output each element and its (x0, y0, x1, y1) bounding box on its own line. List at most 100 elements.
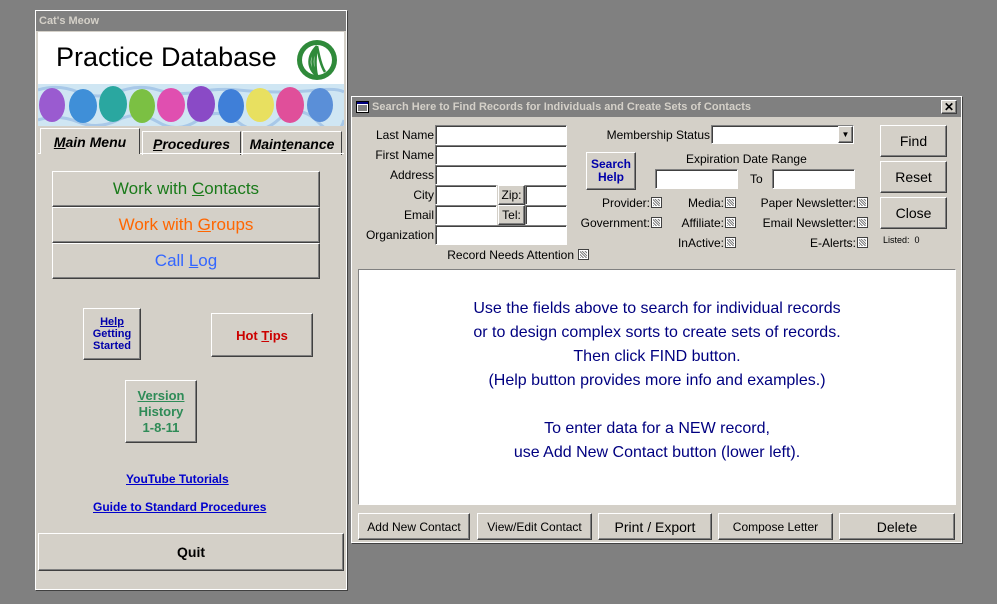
inactive-checkbox[interactable] (725, 237, 736, 248)
expiration-date-range-label: Expiration Date Range (686, 152, 807, 166)
membership-status-label: Membership Status (606, 128, 710, 142)
zip-label: Zip: (498, 185, 525, 205)
help-getting-started-label: Help Getting Started (92, 316, 132, 352)
address-label: Address (389, 168, 434, 182)
header-panel: Practice Database (38, 32, 344, 126)
membership-status-select[interactable]: ▼ (711, 125, 854, 144)
reset-label: Reset (895, 169, 932, 185)
close-button[interactable]: Close (880, 197, 947, 229)
tab-main-menu-label: Main Menu (53, 133, 127, 150)
search-help-button[interactable]: Search Help (586, 152, 636, 190)
government-label: Government: (580, 216, 650, 230)
chevron-down-icon: ▼ (841, 130, 850, 139)
call-log-button[interactable]: Call Log (52, 243, 320, 279)
e-alerts-label: E-Alerts: (809, 236, 856, 250)
version-history-button[interactable]: Version History 1-8-11 (125, 380, 197, 443)
reset-button[interactable]: Reset (880, 161, 947, 193)
instruction-line: or to design complex sorts to create set… (473, 324, 841, 341)
tab-maintenance[interactable]: Maintenance (242, 131, 342, 155)
record-needs-attention-label: Record Needs Attention (447, 248, 574, 262)
work-with-contacts-button[interactable]: Work with Contacts (52, 171, 320, 207)
eggs-banner-image (38, 84, 344, 126)
affiliate-checkbox[interactable] (725, 217, 736, 228)
instruction-line (359, 393, 955, 417)
provider-label: Provider: (601, 196, 650, 210)
tel-label: Tel: (498, 205, 525, 225)
quit-label: Quit (177, 544, 205, 560)
add-new-contact-button[interactable]: Add New Contact (358, 513, 470, 540)
last-name-label: Last Name (375, 128, 434, 142)
instructions-panel: Use the fields above to search for indiv… (358, 269, 956, 505)
app-title: Practice Database (56, 42, 277, 72)
last-name-field[interactable] (435, 125, 567, 145)
add-new-contact-label: Add New Contact (367, 519, 461, 534)
city-field[interactable] (435, 185, 497, 205)
work-with-groups-button[interactable]: Work with Groups (52, 207, 320, 243)
dropdown-button[interactable]: ▼ (838, 126, 853, 143)
print-export-label: Print / Export (614, 518, 696, 535)
logo-icon (297, 40, 337, 80)
close-window-button[interactable]: ✕ (941, 100, 957, 114)
delete-button[interactable]: Delete (839, 513, 955, 540)
search-window-title-bar: Search Here to Find Records for Individu… (352, 97, 961, 117)
form-icon (356, 101, 369, 113)
organization-label: Organization (365, 228, 434, 242)
close-label: Close (895, 205, 932, 221)
paper-newsletter-label: Paper Newsletter: (760, 196, 856, 210)
instructions-text: Use the fields above to search for indiv… (359, 297, 955, 465)
find-label: Find (899, 133, 928, 149)
close-icon: ✕ (943, 100, 955, 114)
compose-letter-button[interactable]: Compose Letter (718, 513, 833, 540)
print-export-button[interactable]: Print / Export (598, 513, 712, 540)
organization-field[interactable] (435, 225, 567, 245)
inactive-label: InActive: (677, 236, 724, 250)
expiration-from-field[interactable] (655, 169, 738, 189)
instruction-line: use Add New Contact button (lower left). (513, 444, 801, 461)
first-name-label: First Name (375, 148, 434, 162)
email-newsletter-label: Email Newsletter: (762, 216, 856, 230)
tab-procedures-label: Procedures (152, 135, 231, 152)
main-menu-title-bar: Cat's Meow (36, 11, 346, 31)
hot-tips-label: Hot Tips (236, 327, 288, 343)
address-field[interactable] (435, 165, 567, 185)
to-label: To (750, 172, 763, 186)
youtube-tutorials-link[interactable]: YouTube Tutorials (126, 472, 229, 486)
email-label: Email (403, 208, 434, 222)
e-alerts-checkbox[interactable] (857, 237, 868, 248)
instruction-line: Use the fields above to search for indiv… (473, 300, 841, 317)
view-edit-contact-label: View/Edit Contact (487, 519, 582, 534)
media-label: Media: (687, 196, 724, 210)
email-field[interactable] (435, 205, 497, 225)
affiliate-label: Affiliate: (681, 216, 724, 230)
help-getting-started-button[interactable]: Help Getting Started (83, 308, 141, 360)
city-label: City (413, 188, 434, 202)
find-button[interactable]: Find (880, 125, 947, 157)
delete-label: Delete (876, 518, 918, 535)
search-help-label: Search Help (590, 157, 632, 184)
view-edit-contact-button[interactable]: View/Edit Contact (477, 513, 592, 540)
work-with-groups-label: Work with Groups (118, 215, 254, 234)
email-newsletter-checkbox[interactable] (857, 217, 868, 228)
guide-to-standard-procedures-link[interactable]: Guide to Standard Procedures (93, 500, 266, 514)
first-name-field[interactable] (435, 145, 567, 165)
main-menu-window: Cat's Meow Practice Database Main Menu P… (35, 10, 347, 590)
version-history-label: Version History 1-8-11 (137, 387, 185, 435)
call-log-label: Call Log (154, 251, 218, 270)
zip-field[interactable] (525, 185, 567, 205)
tab-procedures[interactable]: Procedures (142, 131, 241, 155)
compose-letter-label: Compose Letter (732, 519, 819, 534)
expiration-to-field[interactable] (772, 169, 855, 189)
media-checkbox[interactable] (725, 197, 736, 208)
work-with-contacts-label: Work with Contacts (112, 179, 260, 198)
instruction-line: (Help button provides more info and exam… (488, 372, 826, 389)
listed-count: Listed: 0 (883, 235, 920, 245)
quit-button[interactable]: Quit (38, 533, 344, 571)
paper-newsletter-checkbox[interactable] (857, 197, 868, 208)
instruction-line: Then click FIND button. (573, 348, 741, 365)
instruction-line: To enter data for a NEW record, (544, 420, 770, 437)
hot-tips-button[interactable]: Hot Tips (211, 313, 313, 357)
record-needs-attention-checkbox[interactable] (578, 249, 589, 260)
tel-field[interactable] (525, 205, 567, 225)
tab-main-menu[interactable]: Main Menu (40, 128, 140, 154)
search-window: Search Here to Find Records for Individu… (351, 96, 962, 543)
